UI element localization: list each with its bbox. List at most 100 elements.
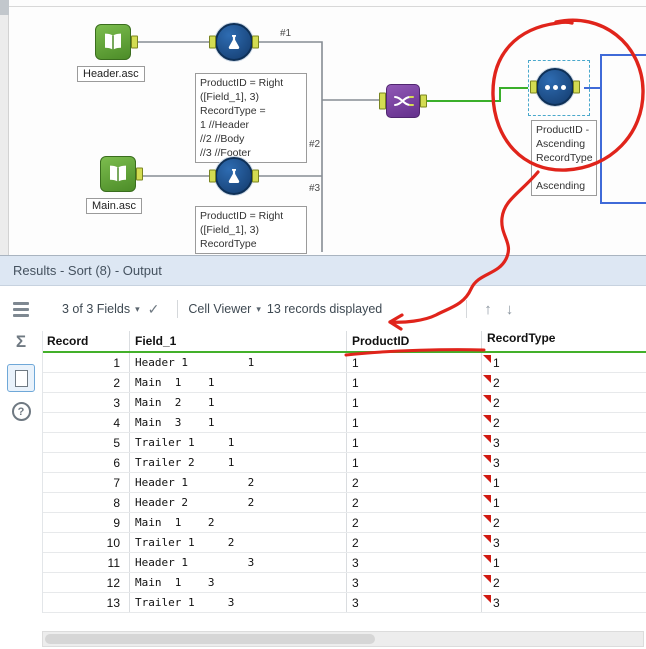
cell-field1[interactable]: Trailer 1 2: [129, 533, 346, 552]
input-anchor[interactable]: [379, 92, 386, 110]
preview-view-button[interactable]: [0, 364, 42, 392]
output-anchor[interactable]: [573, 80, 580, 94]
table-row[interactable]: 11 Header 1 331: [43, 553, 646, 573]
cell-record[interactable]: 6: [43, 453, 129, 472]
annotation-formula-top[interactable]: ProductID = Right ([Field_1], 3) RecordT…: [195, 73, 307, 163]
cell-productid[interactable]: 1: [346, 373, 481, 392]
cell-record[interactable]: 4: [43, 413, 129, 432]
help-button[interactable]: ?: [0, 402, 42, 421]
cell-record[interactable]: 5: [43, 433, 129, 452]
cell-recordtype[interactable]: 1: [481, 473, 646, 492]
column-header-recordtype[interactable]: RecordType: [481, 331, 646, 351]
tool-input-header[interactable]: [95, 24, 138, 60]
cell-productid[interactable]: 1: [346, 433, 481, 452]
cell-recordtype[interactable]: 2: [481, 373, 646, 392]
cell-field1[interactable]: Header 1 3: [129, 553, 346, 572]
tool-formula-top[interactable]: [209, 23, 259, 61]
cell-viewer-dropdown[interactable]: Cell Viewer ▾: [188, 302, 261, 316]
table-row[interactable]: 5 Trailer 1 113: [43, 433, 646, 453]
output-anchor[interactable]: [131, 35, 138, 49]
cell-recordtype[interactable]: 3: [481, 433, 646, 452]
input-anchor[interactable]: [530, 80, 537, 94]
cell-field1[interactable]: Main 3 1: [129, 413, 346, 432]
cell-productid[interactable]: 3: [346, 593, 481, 612]
cell-recordtype[interactable]: 1: [481, 353, 646, 372]
cell-field1[interactable]: Header 1 2: [129, 473, 346, 492]
table-row[interactable]: 7 Header 1 221: [43, 473, 646, 493]
metadata-view-button[interactable]: Σ: [0, 332, 42, 352]
tool-sort[interactable]: [530, 68, 580, 106]
tool-union[interactable]: [379, 84, 427, 118]
cell-productid[interactable]: 2: [346, 493, 481, 512]
column-header-productid[interactable]: ProductID: [346, 331, 481, 351]
cell-recordtype[interactable]: 1: [481, 493, 646, 512]
cell-recordtype[interactable]: 2: [481, 413, 646, 432]
cell-productid[interactable]: 2: [346, 533, 481, 552]
tool-input-main[interactable]: [100, 156, 143, 192]
cell-record[interactable]: 10: [43, 533, 129, 552]
input-anchor[interactable]: [209, 35, 216, 49]
cell-field1[interactable]: Main 1 3: [129, 573, 346, 592]
cell-record[interactable]: 8: [43, 493, 129, 512]
cell-productid[interactable]: 1: [346, 453, 481, 472]
table-row[interactable]: 2 Main 1 112: [43, 373, 646, 393]
cell-recordtype[interactable]: 1: [481, 553, 646, 572]
connection-union-sort[interactable]: [422, 87, 528, 102]
move-up-icon[interactable]: ↑: [484, 301, 492, 318]
cell-recordtype[interactable]: 3: [481, 453, 646, 472]
cell-productid[interactable]: 2: [346, 473, 481, 492]
cell-record[interactable]: 13: [43, 593, 129, 612]
cell-record[interactable]: 11: [43, 553, 129, 572]
column-header-field1[interactable]: Field_1: [129, 331, 346, 351]
table-row[interactable]: 9 Main 1 222: [43, 513, 646, 533]
table-row[interactable]: 1 Header 1 111: [43, 353, 646, 373]
cell-productid[interactable]: 1: [346, 353, 481, 372]
cell-record[interactable]: 12: [43, 573, 129, 592]
table-row[interactable]: 13 Trailer 1 333: [43, 593, 646, 613]
cell-record[interactable]: 3: [43, 393, 129, 412]
scrollbar-thumb[interactable]: [45, 634, 375, 644]
apply-check-icon[interactable]: ✓: [148, 301, 160, 318]
cell-recordtype[interactable]: 2: [481, 393, 646, 412]
annotation-sort[interactable]: ProductID - Ascending RecordType - Ascen…: [531, 120, 597, 196]
input-anchor[interactable]: [209, 169, 216, 183]
tool-formula-bottom[interactable]: [209, 157, 259, 195]
cell-record[interactable]: 9: [43, 513, 129, 532]
cell-productid[interactable]: 3: [346, 553, 481, 572]
cell-field1[interactable]: Main 1 2: [129, 513, 346, 532]
table-row[interactable]: 12 Main 1 332: [43, 573, 646, 593]
output-anchor[interactable]: [136, 167, 143, 181]
cell-recordtype[interactable]: 2: [481, 573, 646, 592]
cell-field1[interactable]: Main 1 1: [129, 373, 346, 392]
annotation-formula-bottom[interactable]: ProductID = Right ([Field_1], 3) RecordT…: [195, 206, 307, 254]
cell-recordtype[interactable]: 3: [481, 533, 646, 552]
table-view-button[interactable]: [0, 300, 42, 317]
cell-productid[interactable]: 1: [346, 393, 481, 412]
tool-label-header-asc[interactable]: Header.asc: [77, 66, 145, 82]
move-down-icon[interactable]: ↓: [506, 301, 514, 318]
output-anchor[interactable]: [252, 169, 259, 183]
table-row[interactable]: 4 Main 3 112: [43, 413, 646, 433]
table-row[interactable]: 10 Trailer 1 223: [43, 533, 646, 553]
output-anchor[interactable]: [420, 94, 427, 108]
cell-productid[interactable]: 1: [346, 413, 481, 432]
tool-label-main-asc[interactable]: Main.asc: [86, 198, 143, 214]
cell-field1[interactable]: Header 2 2: [129, 493, 346, 512]
cell-record[interactable]: 2: [43, 373, 129, 392]
column-header-record[interactable]: Record: [43, 331, 129, 351]
output-anchor[interactable]: [252, 35, 259, 49]
table-row[interactable]: 3 Main 2 112: [43, 393, 646, 413]
cell-field1[interactable]: Main 2 1: [129, 393, 346, 412]
fields-dropdown[interactable]: 3 of 3 Fields ▾: [62, 302, 140, 316]
horizontal-scrollbar[interactable]: [42, 631, 644, 647]
cell-field1[interactable]: Trailer 1 3: [129, 593, 346, 612]
table-row[interactable]: 8 Header 2 221: [43, 493, 646, 513]
cell-record[interactable]: 1: [43, 353, 129, 372]
connection-sort-output-up[interactable]: [600, 54, 646, 88]
cell-productid[interactable]: 2: [346, 513, 481, 532]
cell-field1[interactable]: Trailer 1 1: [129, 433, 346, 452]
table-row[interactable]: 6 Trailer 2 113: [43, 453, 646, 473]
cell-recordtype[interactable]: 3: [481, 593, 646, 612]
cell-field1[interactable]: Header 1 1: [129, 353, 346, 372]
cell-field1[interactable]: Trailer 2 1: [129, 453, 346, 472]
